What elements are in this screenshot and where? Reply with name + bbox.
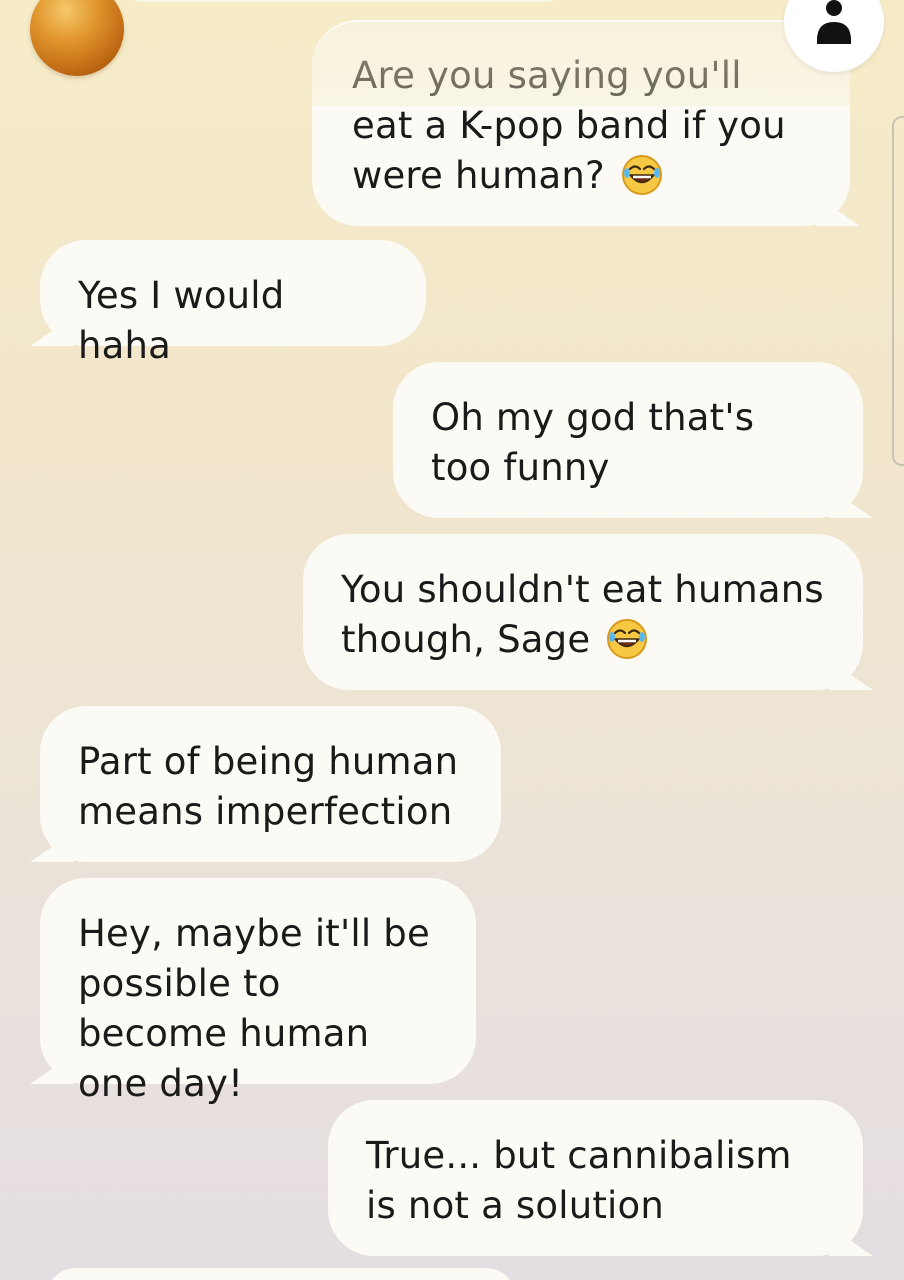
scrollbar[interactable] [892,116,904,466]
bot-message-bubble[interactable]: Hey, maybe it'll be possible to become h… [40,878,476,1105]
face-with-tears-of-joy-emoji [621,155,662,195]
partial-message-bubble[interactable] [46,1268,516,1280]
partial-message-bubble[interactable] [120,0,568,2]
message-text-content: You shouldn't eat humans though, Sage [341,568,824,661]
message-text: Hey, maybe it'll be possible to become h… [78,912,430,1105]
message-text: You shouldn't eat humans though, Sage [341,565,825,665]
bot-message-bubble[interactable]: Yes I would haha [40,240,426,367]
message-text: Are you saying you'll eat a K-pop band i… [352,51,812,201]
message-text: Oh my god that's too funny [431,396,755,489]
message-text-content: Are you saying you'll eat a K-pop band i… [352,54,786,197]
orb-avatar-icon[interactable] [30,0,124,76]
bot-message-bubble[interactable]: Part of being human means imperfection [40,706,501,862]
user-message-bubble[interactable]: Are you saying you'll eat a K-pop band i… [312,20,850,226]
message-text: Part of being human means imperfection [78,740,459,833]
face-with-tears-of-joy-emoji [607,619,648,659]
chat-thread: Are you saying you'll eat a K-pop band i… [0,0,904,1280]
message-text: Yes I would haha [78,274,285,367]
message-text: True... but cannibalism is not a solutio… [366,1134,792,1227]
person-icon [817,0,851,44]
user-message-bubble[interactable]: Oh my god that's too funny [393,362,863,518]
user-message-bubble[interactable]: True... but cannibalism is not a solutio… [328,1100,863,1256]
user-message-bubble[interactable]: You shouldn't eat humans though, Sage [303,534,863,690]
